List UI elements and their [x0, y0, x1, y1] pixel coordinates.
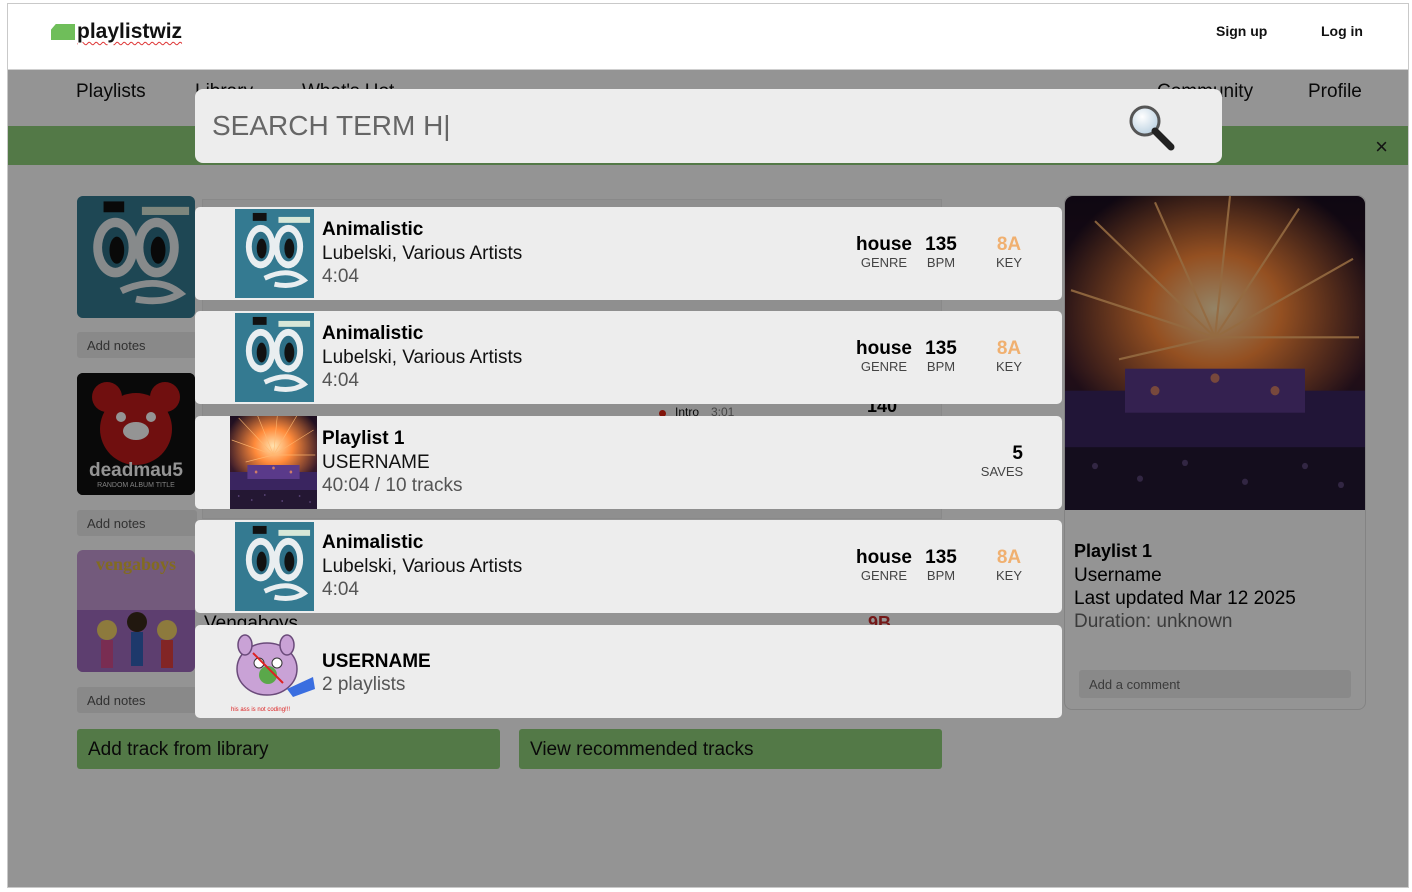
search-result-track[interactable]: Animalistic Lubelski, Various Artists 4:… — [195, 520, 1062, 613]
track-title: Animalistic — [322, 219, 424, 240]
genre-stat: house GENRE — [854, 548, 914, 584]
search-input[interactable] — [212, 105, 1112, 147]
genre-value: house — [856, 234, 912, 255]
key-label: KEY — [995, 359, 1022, 374]
sign-up-button[interactable]: Sign up — [1216, 23, 1267, 39]
bpm-label: BPM — [926, 255, 956, 270]
key-value: 8A — [996, 547, 1022, 568]
top-header: playlistwiz Sign up Log in — [8, 4, 1408, 70]
logo-text: playlistwiz — [77, 20, 183, 43]
bpm-value: 135 — [925, 547, 957, 568]
track-duration: 4:04 — [322, 579, 359, 600]
track-artist: Lubelski, Various Artists — [322, 243, 523, 264]
key-stat: 8A KEY — [989, 548, 1029, 584]
saves-stat: 5 SAVES — [967, 444, 1037, 480]
track-artist: Lubelski, Various Artists — [322, 347, 523, 368]
key-label: KEY — [995, 568, 1022, 583]
search-bar — [195, 89, 1222, 163]
genre-label: GENRE — [860, 255, 908, 270]
avatar-caption: his ass is not coding!!! — [231, 707, 291, 713]
track-duration: 4:04 — [322, 370, 359, 391]
genre-stat: house GENRE — [854, 235, 914, 271]
key-value: 8A — [996, 234, 1022, 255]
logo[interactable]: playlistwiz — [51, 20, 182, 44]
bpm-value: 135 — [925, 234, 957, 255]
avatar: his ass is not coding!!! — [231, 633, 317, 713]
search-result-track[interactable]: Animalistic Lubelski, Various Artists 4:… — [195, 207, 1062, 300]
playlist-info: 40:04 / 10 tracks — [322, 475, 463, 496]
bpm-stat: 135 BPM — [921, 235, 961, 271]
genre-value: house — [856, 338, 912, 359]
track-artist: Lubelski, Various Artists — [322, 556, 523, 577]
key-label: KEY — [995, 255, 1022, 270]
bpm-label: BPM — [926, 359, 956, 374]
genre-value: house — [856, 547, 912, 568]
key-value: 8A — [996, 338, 1022, 359]
key-stat: 8A KEY — [989, 339, 1029, 375]
user-info: 2 playlists — [322, 674, 406, 695]
log-in-button[interactable]: Log in — [1321, 23, 1363, 39]
bpm-label: BPM — [926, 568, 956, 583]
logo-icon — [51, 24, 75, 40]
magnifier-icon[interactable] — [1125, 103, 1181, 151]
user-name: USERNAME — [322, 651, 431, 672]
track-duration: 4:04 — [322, 266, 359, 287]
key-stat: 8A KEY — [989, 235, 1029, 271]
track-cover — [235, 313, 314, 402]
search-result-user[interactable]: his ass is not coding!!! USERNAME 2 play… — [195, 625, 1062, 718]
search-result-playlist[interactable]: Playlist 1 USERNAME 40:04 / 10 tracks 5S… — [195, 416, 1062, 509]
track-cover — [235, 522, 314, 611]
genre-stat: house GENRE — [854, 339, 914, 375]
app-window: playlistwiz Sign up Log in Playlists Lib… — [7, 3, 1409, 888]
genre-label: GENRE — [860, 568, 908, 583]
playlist-owner: USERNAME — [322, 452, 430, 473]
bpm-stat: 135 BPM — [921, 339, 961, 375]
bpm-value: 135 — [925, 338, 957, 359]
track-title: Animalistic — [322, 532, 424, 553]
genre-label: GENRE — [860, 359, 908, 374]
search-result-track[interactable]: Animalistic Lubelski, Various Artists 4:… — [195, 311, 1062, 404]
playlist-title: Playlist 1 — [322, 428, 405, 449]
saves-value: 5 — [1012, 443, 1023, 464]
track-cover — [235, 209, 314, 298]
track-title: Animalistic — [322, 323, 424, 344]
saves-label: SAVES — [980, 464, 1024, 479]
bpm-stat: 135 BPM — [921, 548, 961, 584]
playlist-cover — [230, 416, 317, 509]
